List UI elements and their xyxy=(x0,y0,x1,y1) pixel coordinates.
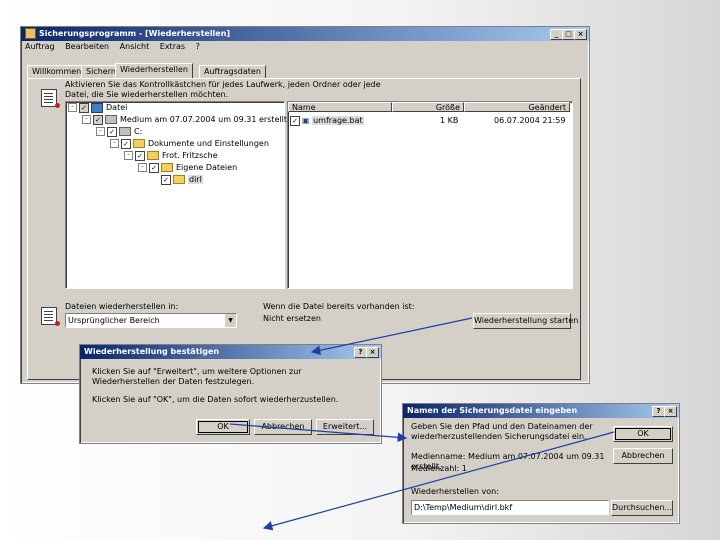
file-exists-value: Nicht ersetzen xyxy=(263,314,321,323)
backupname-cancel-button[interactable]: Abbrechen xyxy=(613,448,673,464)
tree-item-eigene-dateien[interactable]: - ✓ Eigene Dateien xyxy=(138,162,237,174)
collapse-icon[interactable]: - xyxy=(124,151,133,160)
restore-instructions-text: Aktivieren Sie das Kontrollkästchen für … xyxy=(65,80,381,99)
collapse-icon[interactable]: - xyxy=(96,127,105,136)
collapse-icon[interactable]: - xyxy=(82,115,91,124)
browse-button[interactable]: Durchsuchen... xyxy=(611,500,673,516)
tree-item-label: C: xyxy=(134,127,143,136)
backupname-prompt: Geben Sie den Pfad und den Dateinamen de… xyxy=(411,422,593,441)
column-header-modified[interactable]: Geändert xyxy=(464,102,570,112)
tree-item-label: Medium am 07.07.2004 um 09.31 erstellt xyxy=(120,115,287,124)
confirm-ok-text: Klicken Sie auf "OK", um die Daten sofor… xyxy=(92,395,339,404)
restore-location-select[interactable]: Ursprünglicher Bereich ▼ xyxy=(65,313,237,328)
backup-main-window: Sicherungsprogramm - [Wiederherstellen] … xyxy=(20,26,590,384)
tab-willkommen[interactable]: Willkommen xyxy=(27,65,87,78)
confirm-cancel-button[interactable]: Abbrechen xyxy=(254,419,312,435)
collapse-icon[interactable]: - xyxy=(110,139,119,148)
column-header-name[interactable]: Name xyxy=(288,102,392,112)
confirm-restore-dialog: Wiederherstellung bestätigen ? × Klicken… xyxy=(79,344,382,444)
file-name: umfrage.bat xyxy=(312,116,364,125)
tree-item-c-drive[interactable]: - ✓ C: xyxy=(96,126,142,138)
media-icon xyxy=(105,115,117,124)
checkbox-partial[interactable]: ✓ xyxy=(93,114,103,125)
file-row[interactable]: ✓ ▣ umfrage.bat 1 KB 06.07.2004 21:59 xyxy=(290,115,570,127)
tree-item-datei[interactable]: - ✓ Datei xyxy=(68,102,127,114)
file-modified: 06.07.2004 21:59 xyxy=(494,116,566,125)
file-list-view[interactable]: Name Größe Geändert ✓ ▣ umfrage.bat 1 KB … xyxy=(287,101,573,289)
drive-icon xyxy=(119,127,131,136)
folder-icon xyxy=(147,151,159,160)
tree-item-label: Datei xyxy=(106,103,128,112)
tab-strip: Willkommen Sichern Wiederherstellen Auft… xyxy=(27,63,577,79)
restore-from-label: Wiederherstellen von: xyxy=(411,487,499,496)
backupname-titlebar[interactable]: Namen der Sicherungsdatei eingeben ? × xyxy=(403,404,679,418)
desktop-icon xyxy=(91,102,103,113)
backup-app-icon xyxy=(25,28,36,39)
tab-auftragsdaten[interactable]: Auftragsdaten xyxy=(199,65,266,78)
file-exists-label: Wenn die Datei bereits vorhanden ist: xyxy=(263,302,415,311)
checkbox-checked[interactable]: ✓ xyxy=(121,138,131,149)
backupname-title: Namen der Sicherungsdatei eingeben xyxy=(407,406,578,415)
menu-auftrag[interactable]: Auftrag xyxy=(25,42,55,51)
checkbox-checked[interactable]: ✓ xyxy=(290,115,300,126)
folder-icon xyxy=(173,175,185,184)
restore-target-icon xyxy=(41,307,60,326)
close-button[interactable]: × xyxy=(664,406,677,417)
confirm-ok-button[interactable]: OK xyxy=(196,419,250,435)
folder-icon xyxy=(161,163,173,172)
tree-item-label: Eigene Dateien xyxy=(176,163,238,172)
media-count-text: Medienzahl: 1 xyxy=(411,464,467,473)
menu-ansicht[interactable]: Ansicht xyxy=(120,42,150,51)
tree-item-medium[interactable]: - ✓ Medium am 07.07.2004 um 09.31 erstellt xyxy=(82,114,287,126)
restore-tree-view[interactable]: - ✓ Datei - ✓ Medium am 07.07.2004 um 09.31 … xyxy=(65,101,287,289)
confirm-advanced-text: Klicken Sie auf "Erweitert", um weitere … xyxy=(92,367,302,386)
checkbox-partial[interactable]: ✓ xyxy=(79,102,89,113)
confirm-advanced-button[interactable]: Erweitert... xyxy=(316,419,374,435)
confirm-title: Wiederherstellung bestätigen xyxy=(84,347,220,356)
folder-icon xyxy=(133,139,145,148)
tree-item-user[interactable]: - ✓ Frot. Fritzsche xyxy=(124,150,218,162)
tab-wiederherstellen[interactable]: Wiederherstellen xyxy=(115,63,193,78)
tree-item-dokumente[interactable]: - ✓ Dokumente und Einstellungen xyxy=(110,138,269,150)
menu-help[interactable]: ? xyxy=(196,42,200,51)
tree-item-label: Frot. Fritzsche xyxy=(162,151,218,160)
column-header-size[interactable]: Größe xyxy=(392,102,464,112)
tree-item-dirl[interactable]: ✓ dirl xyxy=(161,174,203,186)
confirm-titlebar[interactable]: Wiederherstellung bestätigen ? × xyxy=(80,345,381,359)
main-titlebar[interactable]: Sicherungsprogramm - [Wiederherstellen] … xyxy=(21,27,589,41)
menu-extras[interactable]: Extras xyxy=(160,42,185,51)
close-button[interactable]: × xyxy=(574,29,587,40)
checkbox-checked[interactable]: ✓ xyxy=(161,174,171,185)
tree-item-label: Dokumente und Einstellungen xyxy=(148,139,269,148)
file-icon: ▣ xyxy=(302,116,310,125)
checkbox-checked[interactable]: ✓ xyxy=(135,150,145,161)
restore-from-input[interactable]: D:\Temp\Medium\dirl.bkf xyxy=(411,500,609,515)
restore-instructions-icon xyxy=(41,89,60,108)
tree-item-label: dirl xyxy=(188,175,203,184)
restore-location-value: Ursprünglicher Bereich xyxy=(68,316,160,325)
collapse-icon[interactable]: - xyxy=(138,163,147,172)
start-restore-button[interactable]: Wiederherstellung starten xyxy=(473,313,578,329)
checkbox-checked[interactable]: ✓ xyxy=(149,162,159,173)
close-button[interactable]: × xyxy=(366,347,379,358)
menu-bearbeiten[interactable]: Bearbeiten xyxy=(65,42,109,51)
dropdown-arrow-icon[interactable]: ▼ xyxy=(224,314,236,327)
checkbox-checked[interactable]: ✓ xyxy=(107,126,117,137)
restore-from-value: D:\Temp\Medium\dirl.bkf xyxy=(414,503,513,512)
backupname-ok-button[interactable]: OK xyxy=(613,426,673,442)
main-title: Sicherungsprogramm - [Wiederherstellen] xyxy=(39,29,231,38)
file-size: 1 KB xyxy=(440,116,459,125)
restore-to-label: Dateien wiederherstellen in: xyxy=(65,302,179,311)
menubar: Auftrag Bearbeiten Ansicht Extras ? xyxy=(21,41,589,53)
collapse-icon[interactable]: - xyxy=(68,103,77,112)
backup-filename-dialog: Namen der Sicherungsdatei eingeben ? × G… xyxy=(402,403,680,524)
